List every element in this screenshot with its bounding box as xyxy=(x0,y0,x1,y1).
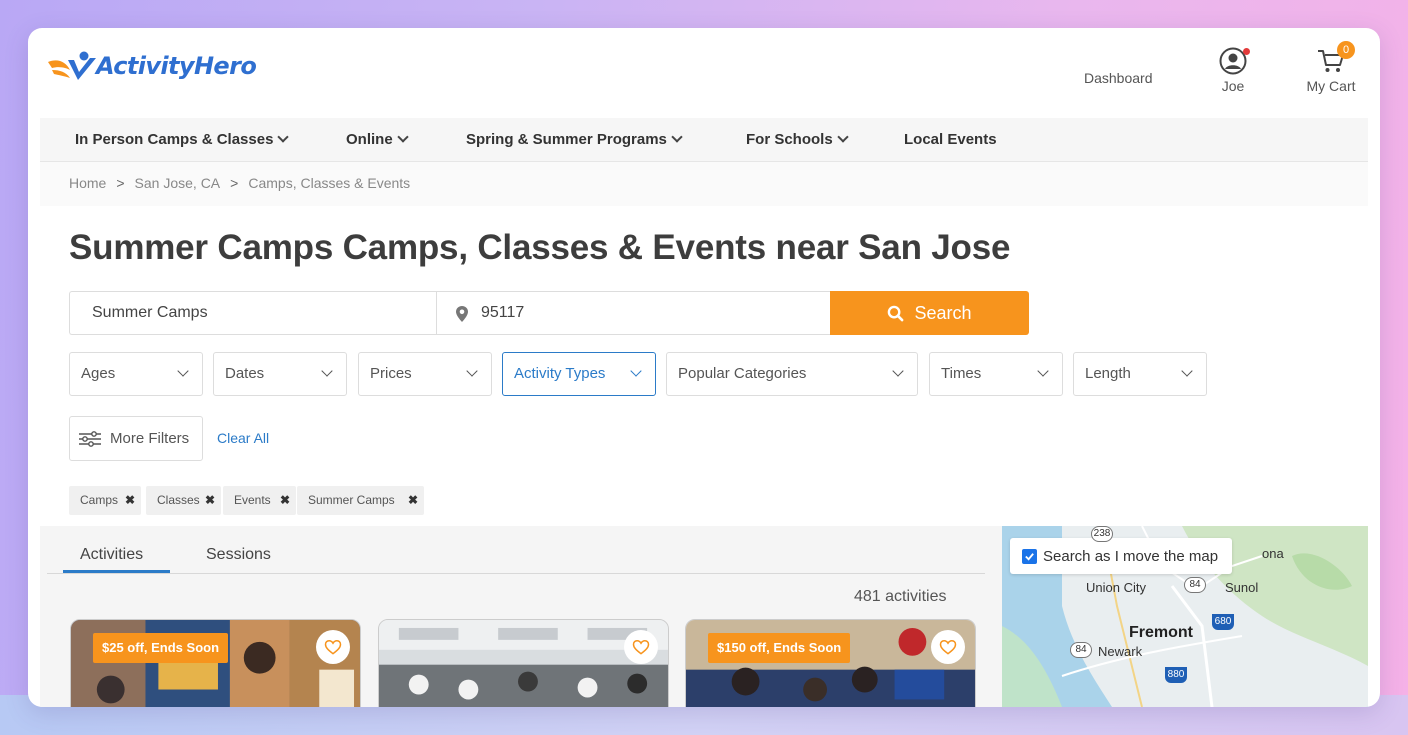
chevron-down-icon xyxy=(321,365,333,377)
highway-shield: 238 xyxy=(1091,526,1113,542)
chip-events: Events ✖ xyxy=(223,486,296,515)
nav-local-events[interactable]: Local Events xyxy=(904,118,997,162)
cart-label: My Cart xyxy=(1306,78,1356,94)
chevron-down-icon xyxy=(671,131,683,143)
activityhero-logo[interactable]: ActivityHero xyxy=(46,48,286,84)
location-field[interactable] xyxy=(436,291,831,335)
chevron-down-icon xyxy=(892,365,904,377)
favorite-button[interactable] xyxy=(624,630,658,664)
breadcrumb-city[interactable]: San Jose, CA xyxy=(135,175,221,191)
heart-icon xyxy=(324,639,342,655)
user-account-button[interactable]: Joe xyxy=(1214,46,1252,94)
highway-shield: 84 xyxy=(1070,642,1092,658)
nav-online[interactable]: Online xyxy=(346,118,409,162)
activity-card[interactable]: $25 off, Ends Soon xyxy=(70,619,361,707)
favorite-button[interactable] xyxy=(316,630,350,664)
chevron-down-icon xyxy=(277,131,290,143)
highway-shield: 84 xyxy=(1184,577,1206,593)
promo-badge: $150 off, Ends Soon xyxy=(708,633,851,663)
logo-text: ActivityHero xyxy=(96,52,257,80)
close-icon[interactable]: ✖ xyxy=(408,486,418,515)
map-label: Newark xyxy=(1098,644,1143,659)
filter-length[interactable]: Length xyxy=(1073,352,1207,396)
chevron-down-icon xyxy=(630,365,642,377)
nav-spring-summer-programs[interactable]: Spring & Summer Programs xyxy=(466,118,683,162)
tabs-divider xyxy=(47,573,985,574)
close-icon[interactable]: ✖ xyxy=(280,486,290,515)
filter-popular-categories[interactable]: Popular Categories xyxy=(666,352,918,396)
filter-activity-types[interactable]: Activity Types xyxy=(502,352,656,396)
activity-card[interactable] xyxy=(378,619,669,707)
browser-window: ActivityHero Dashboard Joe 0 My Cart In … xyxy=(28,28,1380,707)
filter-times[interactable]: Times xyxy=(929,352,1063,396)
breadcrumb: Home > San Jose, CA > Camps, Classes & Event… xyxy=(69,175,411,191)
chevron-down-icon xyxy=(837,131,849,143)
search-button[interactable]: Search xyxy=(830,291,1029,335)
search-icon xyxy=(888,305,904,321)
notification-dot xyxy=(1243,48,1250,55)
filter-dates[interactable]: Dates xyxy=(213,352,347,396)
heart-icon xyxy=(632,639,650,655)
nav-for-schools[interactable]: For Schools xyxy=(746,118,849,162)
search-bar: Search xyxy=(69,291,1029,335)
main-nav: In Person Camps & Classes Online Spring … xyxy=(40,118,1368,162)
close-icon[interactable]: ✖ xyxy=(205,486,215,515)
location-pin-icon xyxy=(456,306,468,322)
tab-sessions[interactable]: Sessions xyxy=(206,546,271,564)
logo-mark-icon xyxy=(48,51,96,80)
page-title: Summer Camps Camps, Classes & Events nea… xyxy=(69,228,1011,267)
breadcrumb-current: Camps, Classes & Events xyxy=(248,175,411,191)
chip-classes: Classes ✖ xyxy=(146,486,221,515)
cart-button[interactable]: 0 My Cart xyxy=(1300,41,1362,94)
activity-card[interactable]: $150 off, Ends Soon xyxy=(685,619,976,707)
active-tab-indicator xyxy=(63,570,170,573)
more-filters-button[interactable]: More Filters xyxy=(69,416,203,461)
keyword-search-input[interactable] xyxy=(69,291,437,335)
chevron-down-icon xyxy=(177,365,189,377)
cart-count-badge: 0 xyxy=(1337,41,1355,59)
promo-badge: $25 off, Ends Soon xyxy=(93,633,229,663)
heart-icon xyxy=(939,639,957,655)
breadcrumb-bar: Home > San Jose, CA > Camps, Classes & Event… xyxy=(40,162,1368,206)
user-name-label: Joe xyxy=(1221,78,1245,94)
tab-activities[interactable]: Activities xyxy=(80,546,143,564)
sliders-icon xyxy=(79,430,101,447)
filter-ages[interactable]: Ages xyxy=(69,352,203,396)
clear-all-link[interactable]: Clear All xyxy=(217,430,269,446)
interstate-shield: 680 xyxy=(1212,614,1234,630)
map-label: Fremont xyxy=(1129,624,1193,641)
activity-card-image xyxy=(379,620,668,707)
filter-prices[interactable]: Prices xyxy=(358,352,492,396)
interstate-shield: 880 xyxy=(1165,667,1187,683)
nav-in-person-camps[interactable]: In Person Camps & Classes xyxy=(75,118,290,162)
dashboard-link[interactable]: Dashboard xyxy=(1084,70,1153,86)
close-icon[interactable]: ✖ xyxy=(125,486,135,515)
chevron-down-icon xyxy=(466,365,478,377)
chevron-down-icon xyxy=(397,131,409,143)
search-as-move-checkbox[interactable]: Search as I move the map xyxy=(1010,538,1233,574)
results-count: 481 activities xyxy=(854,588,947,605)
map-label: Union City xyxy=(1086,580,1146,595)
location-input[interactable] xyxy=(481,292,811,334)
chip-summer-camps: Summer Camps ✖ xyxy=(297,486,424,515)
map-label: Sunol xyxy=(1225,580,1259,595)
breadcrumb-home[interactable]: Home xyxy=(69,175,106,191)
chevron-down-icon xyxy=(1037,365,1049,377)
chip-camps: Camps ✖ xyxy=(69,486,141,515)
map-label: ona xyxy=(1262,546,1284,561)
chevron-down-icon xyxy=(1181,365,1193,377)
map[interactable]: Search as I move the map ona Union City … xyxy=(1002,526,1368,707)
favorite-button[interactable] xyxy=(931,630,965,664)
checkbox-checked-icon xyxy=(1022,548,1037,564)
